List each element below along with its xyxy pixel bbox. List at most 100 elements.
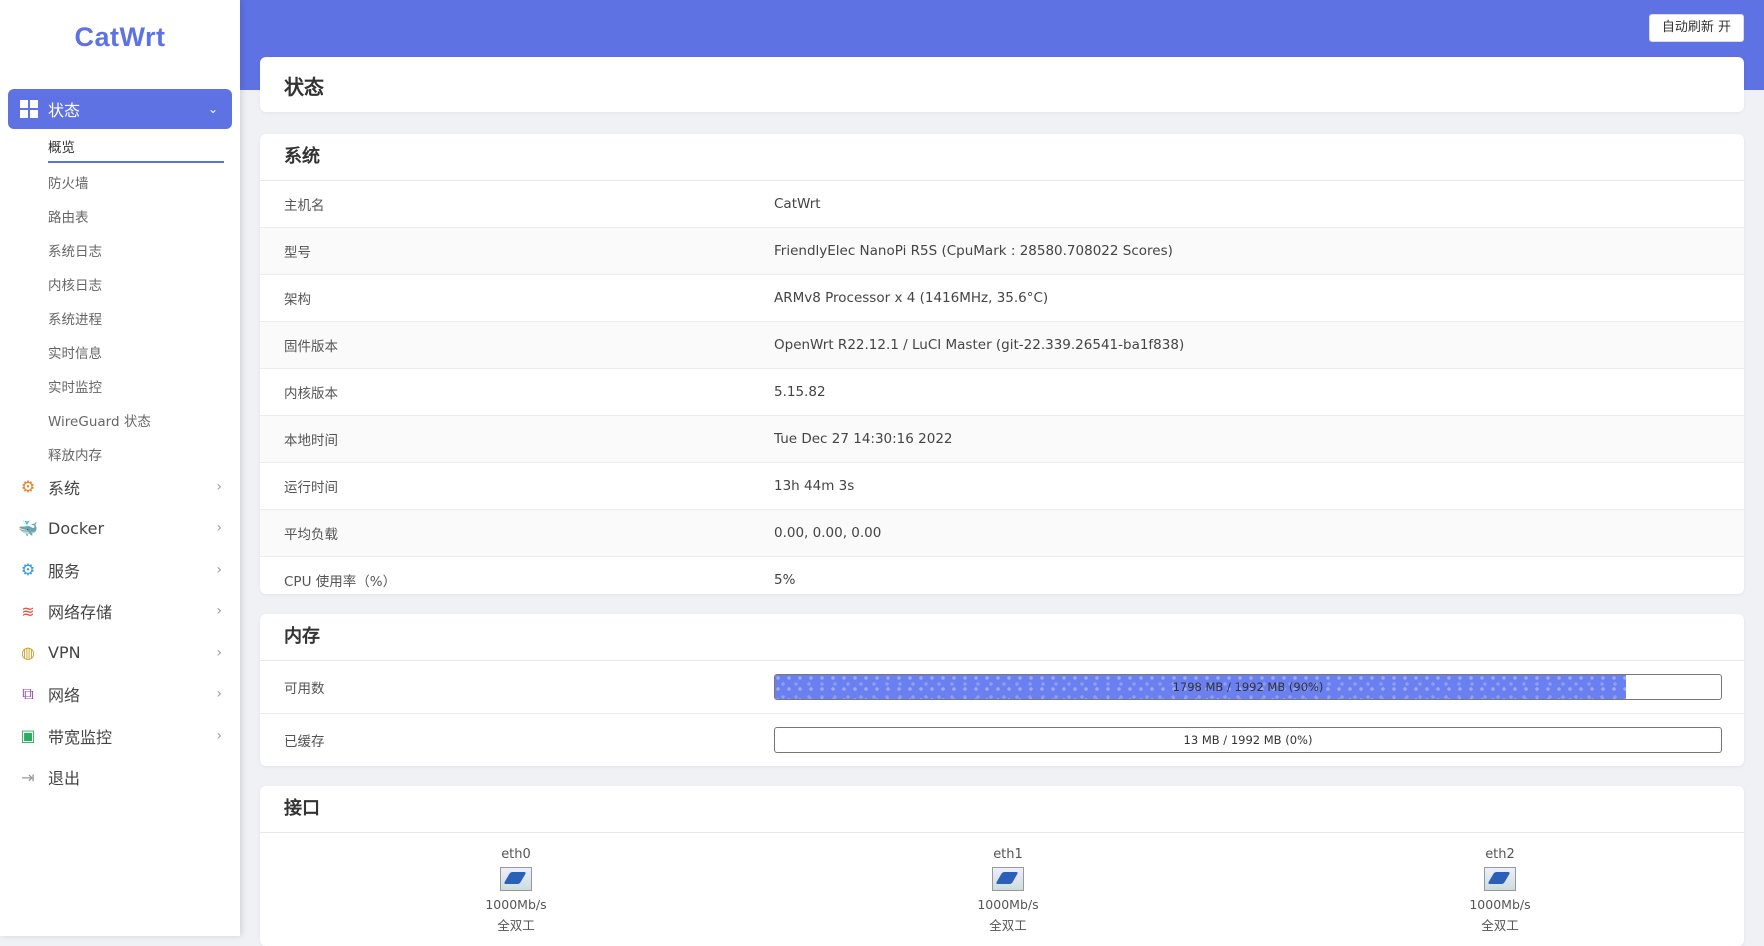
row-label: 架构 <box>284 292 311 308</box>
chevron-right-icon: › <box>216 561 222 578</box>
memory-progress-bar: 1798 MB / 1992 MB (90%) <box>774 674 1722 700</box>
section-title: 接口 <box>260 786 1744 833</box>
menu-item[interactable]: ◍ VPN › <box>18 632 228 674</box>
menu-item-label: 网络存储 <box>48 603 113 623</box>
dashboard-icon <box>20 100 38 118</box>
interface-name: eth1 <box>993 847 1023 862</box>
menu-item[interactable]: ⧉ 网络 › <box>18 674 228 716</box>
section-title: 系统 <box>260 134 1744 181</box>
table-row: 固件版本 OpenWrt R22.12.1 / LuCI Master (git-… <box>260 322 1744 369</box>
submenu-item[interactable]: 概览 <box>48 135 224 163</box>
table-row: 可用数 1798 MB / 1992 MB (90%) <box>260 661 1744 714</box>
menu-item-status[interactable]: 状态 ⌄ <box>8 89 232 129</box>
table-row: 已缓存 13 MB / 1992 MB (0%) <box>260 714 1744 766</box>
interface-speed: 1000Mb/s <box>485 897 547 912</box>
menu-item-label: VPN <box>48 643 81 663</box>
chevron-right-icon: › <box>216 727 222 744</box>
row-label: 已缓存 <box>284 734 325 750</box>
table-row: 平均负载 0.00, 0.00, 0.00 <box>260 510 1744 557</box>
interface-speed: 1000Mb/s <box>1469 897 1531 912</box>
row-value: 1798 MB / 1992 MB (90%) <box>774 674 1744 700</box>
table-row: 主机名 CatWrt <box>260 181 1744 228</box>
row-value: CatWrt <box>774 196 821 212</box>
table-row: 架构 ARMv8 Processor x 4 (1416MHz, 35.6°C) <box>260 275 1744 322</box>
gear-icon: ⚙ <box>20 477 36 497</box>
menu-item[interactable]: ⇥ 退出 <box>18 757 228 799</box>
submenu-item[interactable]: WireGuard 状态 <box>48 405 224 439</box>
menu-item-label: 退出 <box>48 769 81 789</box>
row-value: 13 MB / 1992 MB (0%) <box>774 727 1744 753</box>
progress-text: 1798 MB / 1992 MB (90%) <box>1172 680 1324 694</box>
ethernet-port-icon <box>500 867 532 891</box>
menu-item-label: 状态 <box>48 101 81 120</box>
row-label: 主机名 <box>284 198 325 214</box>
ethernet-port-icon <box>1484 867 1516 891</box>
docker-icon: 🐳 <box>18 518 38 538</box>
table-row: 运行时间 13h 44m 3s <box>260 463 1744 510</box>
submenu-item[interactable]: 实时信息 <box>48 337 224 371</box>
menu-item-label: 服务 <box>48 561 81 581</box>
table-row: 内核版本 5.15.82 <box>260 369 1744 416</box>
interface-item[interactable]: eth0 1000Mb/s 全双工 <box>456 847 576 934</box>
row-label: 可用数 <box>284 681 325 697</box>
interface-speed: 1000Mb/s <box>977 897 1039 912</box>
submenu-item[interactable]: 系统进程 <box>48 303 224 337</box>
row-label: 本地时间 <box>284 433 338 449</box>
row-value: ARMv8 Processor x 4 (1416MHz, 35.6°C) <box>774 290 1049 306</box>
auto-refresh-button[interactable]: 自动刷新 开 <box>1648 14 1744 42</box>
monitor-icon: ▣ <box>20 726 36 746</box>
menu-item[interactable]: ⚙ 服务 › <box>18 549 228 591</box>
page-title: 状态 <box>284 75 324 99</box>
interface-name: eth0 <box>501 847 531 862</box>
interface-item[interactable]: eth1 1000Mb/s 全双工 <box>948 847 1068 934</box>
chevron-down-icon: ⌄ <box>207 102 218 116</box>
interface-name: eth2 <box>1485 847 1515 862</box>
chevron-right-icon: › <box>216 478 222 495</box>
menu-item-label: 网络 <box>48 686 81 706</box>
submenu-item[interactable]: 系统日志 <box>48 235 224 269</box>
submenu-item[interactable]: 路由表 <box>48 201 224 235</box>
interfaces-section: 接口 eth0 1000Mb/s 全双工 eth1 1000Mb/s 全双工 eth2 100… <box>260 786 1744 946</box>
progress-text: 13 MB / 1992 MB (0%) <box>1183 733 1313 747</box>
submenu-item[interactable]: 实时监控 <box>48 371 224 405</box>
menu-item[interactable]: ≋ 网络存储 › <box>18 591 228 633</box>
table-row: 型号 FriendlyElec NanoPi R5S (CpuMark : 285… <box>260 228 1744 275</box>
row-value: Tue Dec 27 14:30:16 2022 <box>774 431 953 447</box>
section-title: 内存 <box>260 614 1744 661</box>
row-label: CPU 使用率（%） <box>284 574 397 590</box>
menu-item-label: 系统 <box>48 478 81 498</box>
database-icon: ≋ <box>21 601 35 621</box>
row-label: 平均负载 <box>284 527 338 543</box>
table-row: 本地时间 Tue Dec 27 14:30:16 2022 <box>260 416 1744 463</box>
menu-item[interactable]: 🐳 Docker › <box>18 508 228 550</box>
submenu-item[interactable]: 内核日志 <box>48 269 224 303</box>
row-label: 运行时间 <box>284 480 338 496</box>
logout-icon: ⇥ <box>21 767 35 787</box>
network-icon: ⧉ <box>22 684 34 704</box>
menu-item-label: Docker <box>48 518 105 538</box>
row-value: FriendlyElec NanoPi R5S (CpuMark : 28580… <box>774 243 1173 259</box>
gears-icon: ⚙ <box>20 560 36 580</box>
table-row: CPU 使用率（%） 5% <box>260 557 1744 603</box>
system-section: 系统 主机名 CatWrt 型号 FriendlyElec NanoPi R5S (C… <box>260 134 1744 594</box>
interface-duplex: 全双工 <box>1481 918 1519 933</box>
main-menu: ⚙ 系统 › 🐳 Docker › ⚙ 服务 › ≋ 网络存储 › ◍ VPN › ⧉ 网络 › ▣ 带宽监控 › ⇥ 退出 <box>18 466 228 798</box>
chevron-right-icon: › <box>216 520 222 537</box>
menu-item[interactable]: ▣ 带宽监控 › <box>18 715 228 757</box>
row-value: OpenWrt R22.12.1 / LuCI Master (git-22.3… <box>774 337 1185 353</box>
submenu-item[interactable]: 防火墙 <box>48 167 224 201</box>
interface-duplex: 全双工 <box>497 918 535 933</box>
memory-section: 内存 可用数 1798 MB / 1992 MB (90%) 已缓存 13 MB / … <box>260 614 1744 766</box>
interface-item[interactable]: eth2 1000Mb/s 全双工 <box>1440 847 1560 934</box>
chevron-right-icon: › <box>216 603 222 620</box>
chevron-right-icon: › <box>216 644 222 661</box>
row-label: 内核版本 <box>284 386 338 402</box>
menu-item[interactable]: ⚙ 系统 › <box>18 466 228 508</box>
row-label: 固件版本 <box>284 339 338 355</box>
memory-progress-bar: 13 MB / 1992 MB (0%) <box>774 727 1722 753</box>
row-label: 型号 <box>284 245 311 261</box>
globe-icon: ◍ <box>21 643 35 663</box>
brand-logo[interactable]: CatWrt <box>0 22 240 53</box>
interface-duplex: 全双工 <box>989 918 1027 933</box>
page-title-card: 状态 <box>260 57 1744 112</box>
